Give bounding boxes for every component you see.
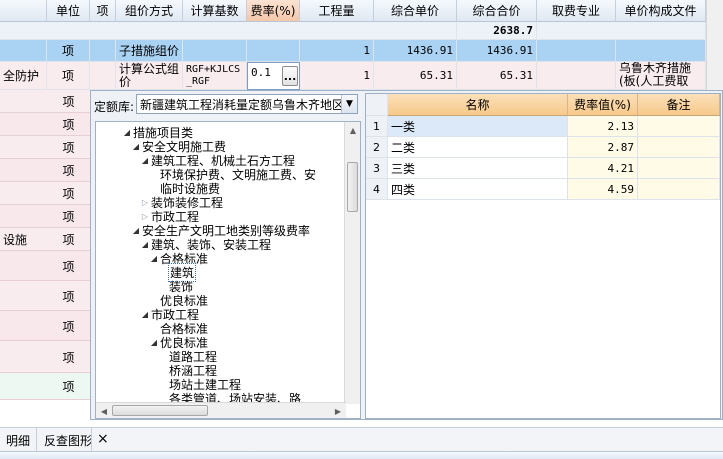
rate-table-corner: [366, 94, 388, 116]
left-row-unit[interactable]: 项: [47, 182, 90, 205]
detail-grid-header: [0, 451, 723, 459]
left-row-unit[interactable]: 项: [47, 311, 90, 341]
expanded-triangle-icon[interactable]: ◢: [122, 128, 132, 137]
quota-library-value: 新疆建筑工程消耗量定额乌鲁木齐地区: [140, 97, 345, 112]
rate-table-header-note[interactable]: 备注: [638, 94, 720, 116]
left-row-label[interactable]: 设施: [0, 228, 47, 251]
rate-row-index: 4: [366, 179, 388, 200]
row-selected-base[interactable]: [183, 40, 247, 62]
quota-library-select[interactable]: 新疆建筑工程消耗量定额乌鲁木齐地区 ▼: [136, 94, 358, 114]
tree-hscroll-thumb[interactable]: [112, 405, 208, 416]
col-header-item[interactable]: 项: [90, 0, 116, 22]
row-selected-unit[interactable]: 项: [47, 40, 90, 62]
tree-horizontal-scrollbar[interactable]: ◀ ▶: [96, 402, 346, 418]
col-header-quantity[interactable]: 工程量: [300, 0, 374, 22]
total-amount: 2638.7: [457, 22, 537, 40]
row-selected-rate[interactable]: [247, 40, 300, 62]
left-row-unit[interactable]: 项: [47, 341, 90, 373]
expanded-triangle-icon[interactable]: ◢: [131, 226, 141, 235]
row2-unit[interactable]: 项: [47, 62, 90, 90]
row-selected-file[interactable]: [616, 40, 706, 62]
close-icon[interactable]: ×: [97, 431, 109, 447]
row2-method[interactable]: 计算公式组价: [116, 62, 183, 90]
tree-vertical-scrollbar[interactable]: ▲: [344, 122, 360, 404]
row-selected-method[interactable]: 子措施组价: [116, 40, 183, 62]
grid-vertical-scrollbar[interactable]: [706, 0, 723, 90]
total-row-blank: [0, 22, 457, 40]
col-header-pricing-method[interactable]: 组价方式: [116, 0, 183, 22]
rate-row-name[interactable]: 一类: [388, 116, 568, 137]
col-header-rate[interactable]: 费率(%): [247, 0, 300, 22]
collapsed-triangle-icon[interactable]: ▷: [140, 212, 150, 221]
expanded-triangle-icon[interactable]: ◢: [140, 156, 150, 165]
scroll-right-arrow-icon[interactable]: ▶: [331, 404, 345, 418]
expanded-triangle-icon[interactable]: ◢: [131, 142, 141, 151]
tab-detail[interactable]: 明细: [0, 428, 38, 452]
rate-table-header-name[interactable]: 名称: [388, 94, 568, 116]
quota-library-label: 定额库:: [94, 100, 135, 114]
col-header-calc-base[interactable]: 计算基数: [183, 0, 247, 22]
rate-picker-dropdown: 定额库: 新疆建筑工程消耗量定额乌鲁木齐地区 ▼ ◢ 措施项目类 ◢ 安全文明施工费 ◢…: [90, 90, 723, 420]
row2-name[interactable]: 全防护: [0, 62, 47, 90]
row2-qty[interactable]: 1: [300, 62, 374, 90]
rate-row-index: 2: [366, 137, 388, 158]
scroll-left-arrow-icon[interactable]: ◀: [97, 404, 111, 418]
rate-values-table: 名称 费率值(%) 备注 1 一类 2.13 2 二类 2.87 3 三类 4.…: [365, 93, 721, 419]
left-row-unit[interactable]: 项: [47, 228, 90, 251]
row-selected-specialty[interactable]: [537, 40, 616, 62]
row-selected-code[interactable]: [0, 40, 47, 62]
col-header-unit-price[interactable]: 综合单价: [374, 0, 457, 22]
rate-table-header-value[interactable]: 费率值(%): [568, 94, 638, 116]
left-row-unit[interactable]: 项: [47, 373, 90, 400]
scroll-up-arrow-icon[interactable]: ▲: [346, 123, 360, 137]
rate-row-index: 1: [366, 116, 388, 137]
row-selected-qty[interactable]: 1: [300, 40, 374, 62]
expanded-triangle-icon[interactable]: ◢: [140, 240, 150, 249]
row2-base[interactable]: RGF+KJLCS_RGF: [183, 62, 247, 90]
col-header-total-price[interactable]: 综合合价: [457, 0, 537, 22]
row2-amount[interactable]: 65.31: [457, 62, 537, 90]
rate-row-name[interactable]: 二类: [388, 137, 568, 158]
rate-row-value[interactable]: 2.87: [568, 137, 638, 158]
row2-item[interactable]: [90, 62, 116, 90]
rate-category-tree[interactable]: ◢ 措施项目类 ◢ 安全文明施工费 ◢ 建筑工程、机械土石方工程 环境保护费、文明施工费、安…: [95, 121, 361, 419]
left-row-unit[interactable]: 项: [47, 251, 90, 281]
rate-row-note[interactable]: [638, 179, 720, 200]
expanded-triangle-icon[interactable]: ◢: [149, 338, 159, 347]
collapsed-triangle-icon[interactable]: ▷: [140, 198, 150, 207]
rate-row-note[interactable]: [638, 116, 720, 137]
left-row-unit[interactable]: 项: [47, 136, 90, 159]
rate-row-value[interactable]: 2.13: [568, 116, 638, 137]
rate-row-value[interactable]: 4.59: [568, 179, 638, 200]
rate-picker-button[interactable]: ...: [282, 66, 298, 86]
row2-file[interactable]: 乌鲁木齐措施(板(人工费取: [616, 62, 706, 90]
col-header-blank: [0, 0, 47, 22]
rate-row-name[interactable]: 四类: [388, 179, 568, 200]
col-header-price-file[interactable]: 单价构成文件: [616, 0, 706, 22]
row2-specialty[interactable]: [537, 62, 616, 90]
expanded-triangle-icon[interactable]: ◢: [140, 310, 150, 319]
row-selected-amount[interactable]: 1436.91: [457, 40, 537, 62]
rate-row-index: 3: [366, 158, 388, 179]
left-row-unit[interactable]: 项: [47, 281, 90, 311]
row-selected-item[interactable]: [90, 40, 116, 62]
rate-row-note[interactable]: [638, 137, 720, 158]
rate-row-name[interactable]: 三类: [388, 158, 568, 179]
row-selected-price[interactable]: 1436.91: [374, 40, 457, 62]
rate-row-value[interactable]: 4.21: [568, 158, 638, 179]
left-row-unit[interactable]: 项: [47, 205, 90, 228]
left-row-unit[interactable]: 项: [47, 113, 90, 136]
tab-reverse-lookup[interactable]: 反查图形: [38, 428, 92, 452]
row2-price[interactable]: 65.31: [374, 62, 457, 90]
chevron-down-icon[interactable]: ▼: [341, 95, 357, 113]
col-header-unit[interactable]: 单位: [47, 0, 90, 22]
bottom-tab-bar: 明细 反查图形 ×: [0, 427, 723, 452]
col-header-fee-specialty[interactable]: 取费专业: [537, 0, 616, 22]
expanded-triangle-icon[interactable]: ◢: [149, 254, 159, 263]
left-row-unit[interactable]: 项: [47, 159, 90, 182]
tree-scroll-thumb[interactable]: [347, 162, 358, 212]
total-row-rest: [537, 22, 706, 40]
left-row-unit[interactable]: 项: [47, 90, 90, 113]
rate-row-note[interactable]: [638, 158, 720, 179]
